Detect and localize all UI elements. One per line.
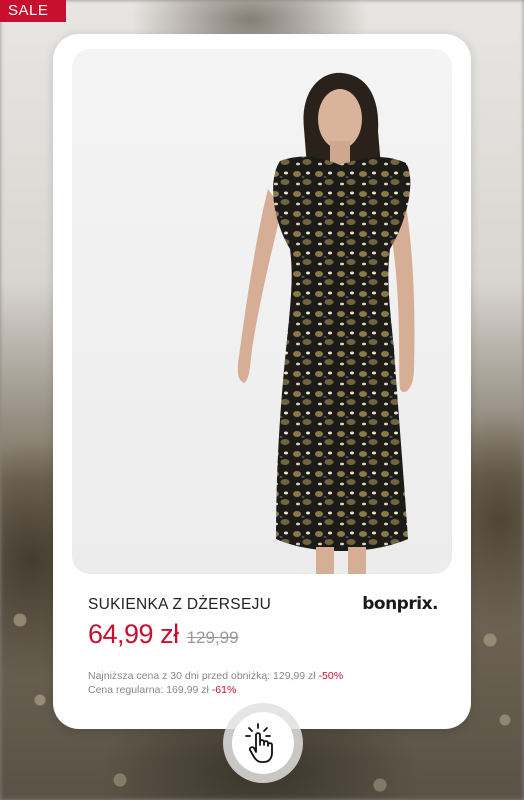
brand-logo: bonprix. (362, 594, 438, 614)
regular-price-text: Cena regularna: 169,99 zł (88, 684, 209, 696)
tap-hand-icon (245, 723, 273, 763)
product-image[interactable] (72, 49, 452, 574)
old-price: 129,99 (186, 628, 239, 647)
lowest-price-discount: -50% (318, 670, 344, 682)
tap-button[interactable] (232, 712, 294, 774)
model-illustration (237, 72, 415, 574)
price-info: Najniższa cena z 30 dni przed obniżką: 1… (88, 669, 343, 697)
product-card[interactable]: SUKIENKA Z DŻERSEJU bonprix. 64,99 zł 12… (53, 34, 471, 729)
regular-price-line: Cena regularna: 169,99 zł -61% (88, 683, 343, 697)
price-row: 64,99 zł 129,99 (88, 619, 239, 650)
current-price: 64,99 zł (88, 619, 179, 649)
sale-badge: SALE (0, 0, 66, 22)
lowest-price-text: Najniższa cena z 30 dni przed obniżką: 1… (88, 670, 316, 682)
product-title[interactable]: SUKIENKA Z DŻERSEJU (88, 596, 271, 614)
regular-price-discount: -61% (211, 684, 237, 696)
lowest-price-line: Najniższa cena z 30 dni przed obniżką: 1… (88, 669, 343, 683)
